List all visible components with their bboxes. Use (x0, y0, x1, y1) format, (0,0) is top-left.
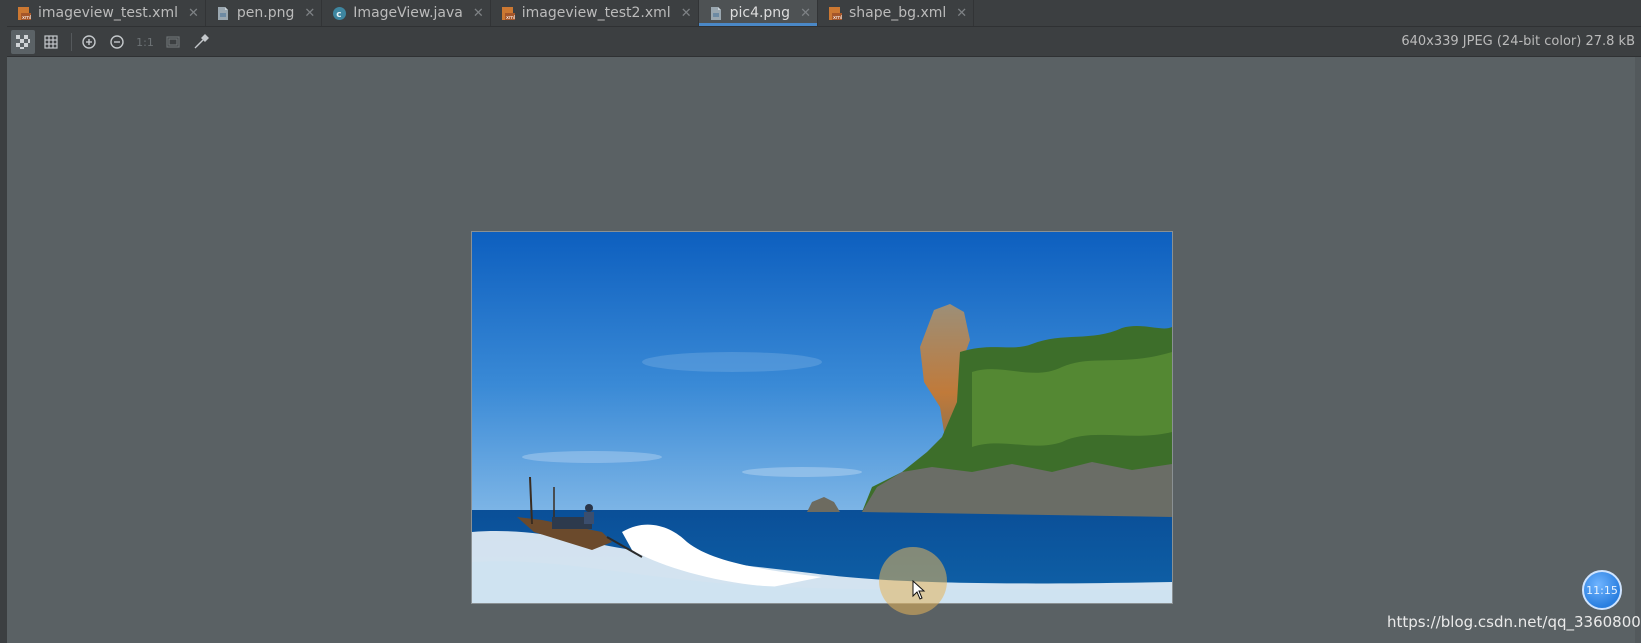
close-icon[interactable]: ✕ (800, 7, 811, 20)
seascape-photo (472, 232, 1172, 603)
toolbar-separator (71, 33, 72, 51)
color-picker-icon[interactable] (189, 30, 213, 54)
chessboard-background-icon[interactable] (11, 30, 35, 54)
tab-label: imageview_test.xml (38, 5, 178, 21)
svg-text:xml: xml (506, 15, 515, 21)
source-watermark: https://blog.csdn.net/qq_33608000 (1387, 613, 1641, 631)
tab-imageview-test2-xml[interactable]: xml imageview_test2.xml ✕ (491, 0, 699, 26)
actual-size-label: 1:1 (136, 35, 154, 49)
image-preview (471, 231, 1173, 604)
zoom-in-icon[interactable] (77, 30, 101, 54)
tab-label: shape_bg.xml (848, 5, 947, 21)
fit-to-window-icon[interactable] (161, 30, 185, 54)
mouse-pointer-icon (912, 579, 926, 600)
svg-text:c: c (336, 10, 341, 20)
close-icon[interactable]: ✕ (188, 7, 199, 20)
editor-tab-bar: xml imageview_test.xml ✕ pen.png ✕ c Ima… (7, 0, 1641, 27)
xml-file-icon: xml (501, 6, 516, 21)
image-file-info: 640x339 JPEG (24-bit color) 27.8 kB (1401, 34, 1635, 49)
zoom-out-icon[interactable] (105, 30, 129, 54)
clock-time: 11:15 (1586, 583, 1618, 597)
clock-badge: 11:15 (1582, 570, 1622, 610)
xml-file-icon: xml (17, 6, 32, 21)
image-file-icon (709, 6, 724, 21)
tab-label: imageview_test2.xml (521, 5, 671, 21)
grid-icon[interactable] (39, 30, 63, 54)
java-class-icon: c (332, 6, 347, 21)
close-icon[interactable]: ✕ (681, 7, 692, 20)
tab-pic4-png[interactable]: pic4.png ✕ (698, 0, 818, 26)
tab-shape-bg-xml[interactable]: xml shape_bg.xml ✕ (818, 0, 975, 26)
tab-label: pen.png (236, 5, 295, 21)
tab-imageview-test-xml[interactable]: xml imageview_test.xml ✕ (7, 0, 206, 26)
tab-imageview-java[interactable]: c ImageView.java ✕ (322, 0, 491, 26)
tab-label: ImageView.java (353, 5, 463, 21)
svg-text:xml: xml (833, 15, 842, 21)
close-icon[interactable]: ✕ (473, 7, 484, 20)
image-viewer-toolbar: 1:1 (7, 27, 1641, 57)
tab-pen-png[interactable]: pen.png ✕ (206, 0, 323, 26)
actual-size-icon[interactable]: 1:1 (133, 30, 157, 54)
close-icon[interactable]: ✕ (956, 7, 967, 20)
close-icon[interactable]: ✕ (304, 7, 315, 20)
xml-file-icon: xml (828, 6, 843, 21)
svg-text:xml: xml (22, 15, 31, 21)
vertical-scrollbar[interactable] (1635, 57, 1641, 643)
image-file-icon (216, 6, 231, 21)
tab-label: pic4.png (729, 5, 791, 21)
